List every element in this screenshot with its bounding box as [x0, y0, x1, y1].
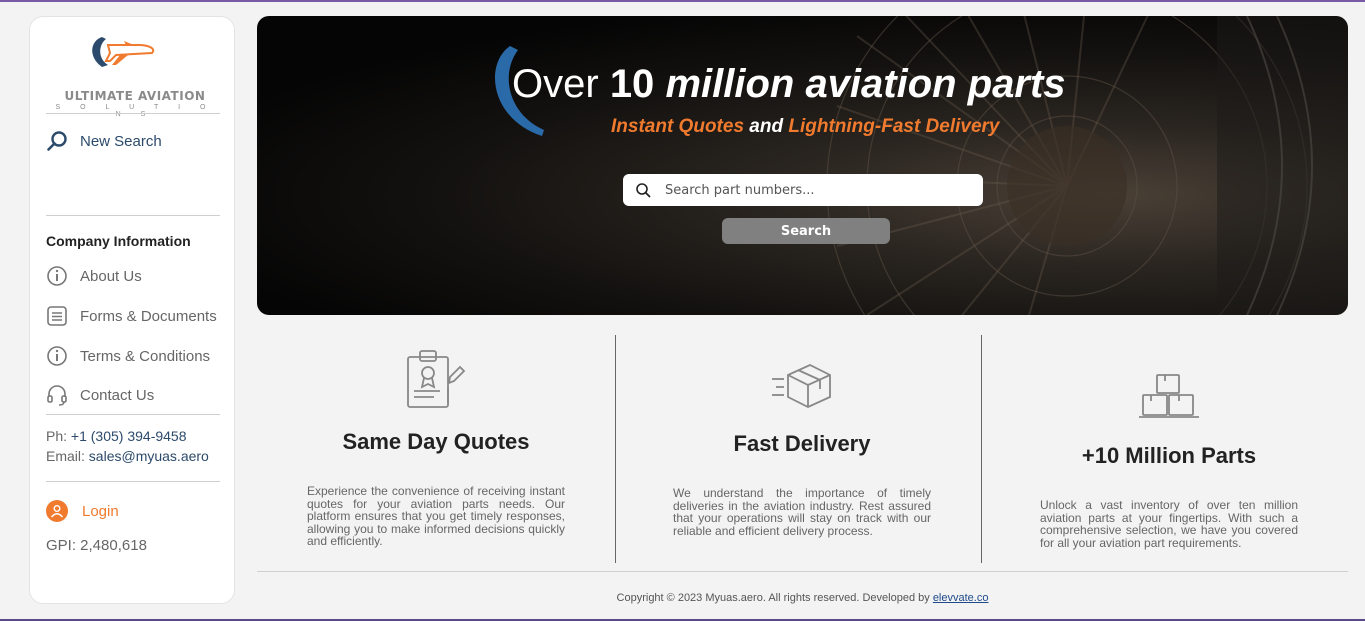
phone-label: Ph:	[46, 428, 68, 444]
sidebar-divider	[46, 113, 220, 114]
login-label: Login	[82, 502, 119, 520]
email-line: Email: sales@myuas.aero	[46, 448, 209, 464]
sidebar-item-label: Forms & Documents	[80, 307, 217, 325]
company-info-heading: Company Information	[46, 233, 191, 249]
phone-link[interactable]: +1 (305) 394-9458	[71, 428, 187, 444]
sidebar-item-terms-conditions[interactable]: Terms & Conditions	[46, 345, 210, 367]
info-icon	[46, 265, 68, 287]
brand-logo[interactable]: ULTIMATE AVIATION S O L U T I O N S	[50, 31, 220, 118]
footer-divider	[257, 571, 1348, 572]
sidebar-item-label: Terms & Conditions	[80, 347, 211, 365]
email-label: Email:	[46, 448, 85, 464]
feature-title: Fast Delivery	[733, 431, 871, 456]
info-icon	[46, 345, 68, 367]
sidebar-divider	[46, 215, 220, 216]
top-border	[0, 0, 1365, 2]
sidebar-divider	[46, 414, 220, 415]
sidebar-item-forms-documents[interactable]: Forms & Documents	[46, 305, 217, 327]
headset-icon	[46, 384, 68, 406]
user-avatar-icon	[46, 500, 68, 522]
sidebar-divider	[46, 481, 220, 482]
part-search-box	[623, 174, 983, 206]
hero-sub-quotes: Instant Quotes	[611, 116, 745, 137]
sidebar-item-contact-us[interactable]: Contact Us	[46, 384, 154, 406]
brand-tagline: S O L U T I O N S	[55, 104, 215, 118]
stacked-boxes-icon	[1139, 374, 1199, 418]
plane-logo-icon	[92, 37, 155, 67]
feature-divider	[615, 335, 616, 563]
hero-sub-and: and	[749, 116, 784, 137]
feature-text: Unlock a vast inventory of over ten mill…	[1040, 498, 1298, 550]
email-link[interactable]: sales@myuas.aero	[89, 448, 209, 464]
feature-title: +10 Million Parts	[1081, 443, 1257, 468]
new-search-link[interactable]: New Search	[46, 130, 162, 152]
copyright-text: Copyright © 2023 Myuas.aero. All rights …	[616, 592, 930, 604]
developer-link[interactable]: elevvate.co	[933, 592, 989, 604]
gpi-count: GPI: 2,480,618	[46, 537, 147, 554]
sidebar-item-label: About Us	[80, 267, 142, 285]
hero-title-number: 10	[609, 62, 655, 106]
feature-text: We understand the importance of timely d…	[673, 486, 931, 538]
search-icon	[635, 182, 651, 198]
new-search-label: New Search	[80, 132, 162, 150]
footer: Copyright © 2023 Myuas.aero. All rights …	[257, 592, 1348, 604]
hero-title-rest: million aviation parts	[665, 62, 1066, 106]
feature-divider	[981, 335, 982, 563]
document-icon	[46, 305, 68, 327]
feature-ten-million-parts: +10 Million Parts Unlock a vast inventor…	[1040, 335, 1298, 549]
hero-banner: Over 10 million aviation parts Instant Q…	[257, 16, 1348, 315]
hero-title-plain: Over	[512, 62, 599, 106]
feature-text: Experience the convenience of receiving …	[307, 484, 565, 548]
part-search-input[interactable]	[663, 181, 967, 199]
login-link[interactable]: Login	[46, 500, 119, 522]
sidebar-item-about-us[interactable]: About Us	[46, 265, 142, 287]
hero-title: Over 10 million aviation parts	[512, 62, 1066, 107]
feature-fast-delivery: Fast Delivery We understand the importan…	[673, 335, 931, 537]
hero-subtitle: Instant Quotes and Lightning-Fast Delive…	[611, 116, 1000, 138]
phone-line: Ph: +1 (305) 394-9458	[46, 428, 187, 444]
hero-sub-delivery: Lightning-Fast Delivery	[788, 116, 1000, 137]
search-button[interactable]: Search	[722, 218, 890, 244]
feature-title: Same Day Quotes	[342, 429, 530, 454]
clipboard-certificate-icon	[407, 350, 466, 408]
feature-same-day-quotes: Same Day Quotes Experience the convenien…	[307, 335, 565, 548]
brand-name: ULTIMATE AVIATION	[64, 89, 206, 103]
delivery-box-icon	[772, 364, 831, 408]
sidebar: ULTIMATE AVIATION S O L U T I O N S New …	[29, 16, 235, 604]
engine-background-image	[826, 16, 1348, 315]
sidebar-item-label: Contact Us	[80, 386, 155, 404]
search-icon	[46, 130, 68, 152]
